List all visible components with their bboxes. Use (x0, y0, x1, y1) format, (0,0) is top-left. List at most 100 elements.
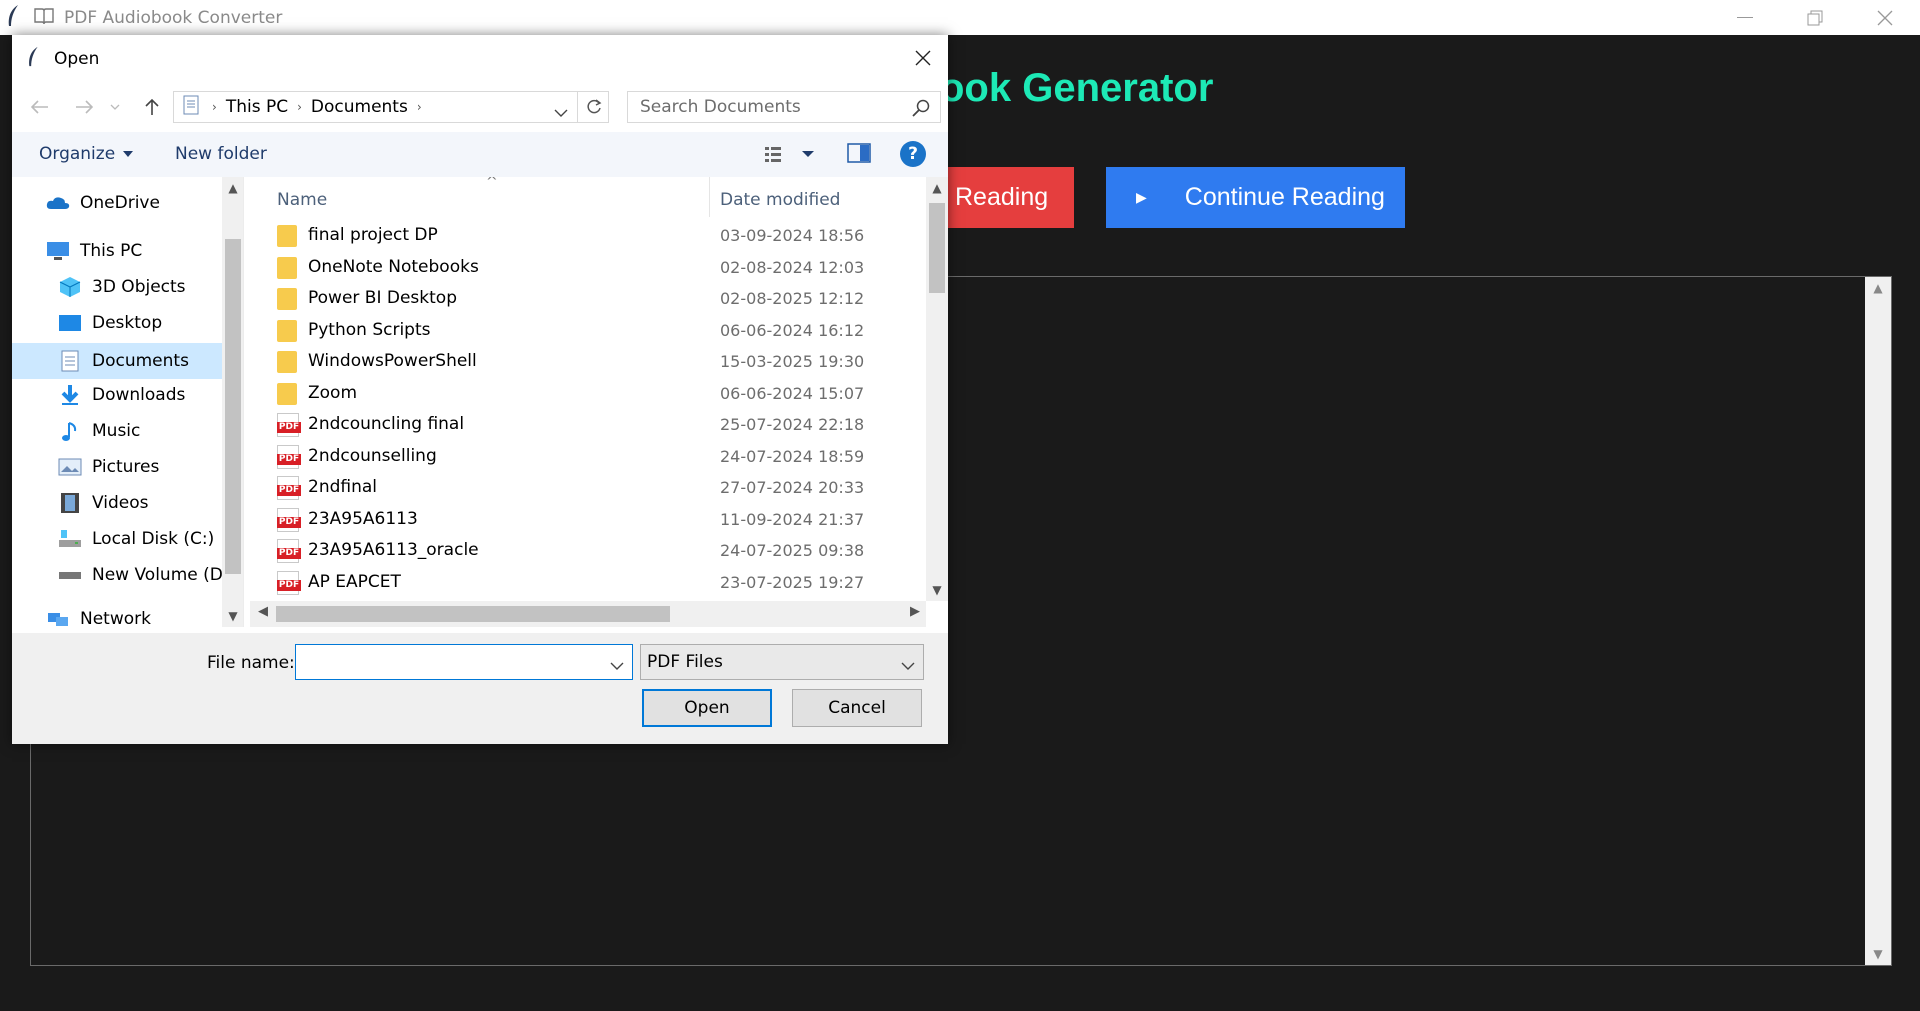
column-header-date-modified[interactable]: Date modified (720, 190, 840, 210)
nav-item-downloads[interactable]: Downloads (58, 385, 185, 405)
scrollbar-thumb[interactable] (929, 203, 945, 293)
scroll-down-icon[interactable]: ▼ (1865, 947, 1891, 961)
search-input[interactable]: Search Documents (627, 91, 941, 123)
scroll-up-icon[interactable]: ▲ (1865, 281, 1891, 295)
pdf-icon: PDF (277, 539, 301, 563)
file-row[interactable]: Power BI Desktop 02-08-2025 12:12 (250, 283, 926, 314)
nav-item-3d-objects[interactable]: 3D Objects (58, 277, 186, 297)
new-folder-button[interactable]: New folder (175, 144, 267, 164)
breadcrumb-separator-icon: › (212, 100, 217, 114)
column-headers: ^ Name Date modified (250, 177, 926, 217)
videos-icon (58, 493, 82, 513)
scroll-up-icon[interactable]: ▲ (926, 181, 948, 195)
play-icon: ▶ (1136, 189, 1147, 205)
file-row[interactable]: PDF AP EAPCET 23-07-2025 19:27 (250, 567, 926, 598)
music-icon (58, 421, 82, 441)
nav-item-pictures[interactable]: Pictures (58, 457, 159, 477)
disk-icon (58, 529, 82, 549)
search-placeholder: Search Documents (640, 97, 801, 117)
nav-item-new-volume[interactable]: New Volume (D: (58, 565, 229, 585)
file-row[interactable]: PDF 2ndcouncling final 25-07-2024 22:18 (250, 409, 926, 440)
open-button[interactable]: Open (642, 689, 772, 727)
minimize-button[interactable] (1710, 0, 1780, 35)
file-list-vertical-scrollbar[interactable]: ▲ ▼ (926, 177, 948, 601)
file-row[interactable]: PDF 23A95A6113_oracle 24-07-2025 09:38 (250, 535, 926, 566)
sort-ascending-icon: ^ (486, 177, 498, 190)
view-options-icon[interactable] (764, 145, 816, 168)
nav-item-network[interactable]: Network (46, 609, 151, 627)
continue-reading-button[interactable]: ▶ Continue Reading (1106, 167, 1405, 228)
up-arrow-icon[interactable] (140, 95, 164, 119)
scrollbar-thumb[interactable] (225, 239, 241, 574)
breadcrumb-documents[interactable]: Documents (311, 97, 408, 117)
file-row[interactable]: PDF 2ndcounselling 24-07-2024 18:59 (250, 441, 926, 472)
continue-reading-label: Continue Reading (1184, 183, 1385, 211)
organize-label: Organize (39, 144, 116, 164)
file-name-input[interactable] (295, 644, 633, 680)
pdf-icon: PDF (277, 444, 301, 469)
command-bar: Organize New folder ? (12, 132, 948, 177)
navigation-pane: OneDrive This PC 3D Objects Desktop Docu… (12, 177, 244, 627)
nav-item-this-pc[interactable]: This PC (46, 241, 142, 261)
scroll-up-icon[interactable]: ▲ (222, 181, 243, 195)
dialog-footer: File name: PDF Files Open Cancel (12, 633, 948, 744)
help-icon[interactable]: ? (900, 141, 926, 167)
scroll-left-icon[interactable]: ◀ (258, 604, 268, 619)
file-row[interactable]: PDF 2ndfinal 27-07-2024 20:33 (250, 472, 926, 503)
column-divider[interactable] (709, 177, 710, 217)
chevron-down-icon (901, 655, 915, 675)
recent-locations-chevron-icon[interactable] (108, 95, 122, 119)
back-arrow-icon[interactable] (28, 95, 52, 119)
scroll-right-icon[interactable]: ▶ (910, 604, 920, 619)
download-icon (58, 385, 82, 405)
file-row[interactable]: Zoom 06-06-2024 15:07 (250, 378, 926, 409)
nav-pane-scrollbar[interactable]: ▲ ▼ (222, 177, 243, 627)
chevron-down-icon[interactable] (610, 655, 624, 674)
nav-item-local-disk[interactable]: Local Disk (C:) (58, 529, 214, 549)
book-icon (34, 7, 56, 29)
address-dropdown-icon[interactable] (554, 102, 568, 121)
text-area-scrollbar[interactable]: ▲ ▼ (1865, 277, 1891, 965)
address-bar[interactable]: › This PC › Documents › (173, 91, 609, 123)
file-row[interactable]: final project DP 03-09-2024 18:56 (250, 220, 926, 251)
forward-arrow-icon[interactable] (72, 95, 96, 119)
file-type-select[interactable]: PDF Files (640, 644, 924, 680)
open-file-dialog: Open › This PC › Documents › Search Docu… (12, 35, 948, 744)
close-icon[interactable] (910, 45, 936, 71)
pdf-icon: PDF (277, 413, 301, 437)
app-titlebar: PDF Audiobook Converter (0, 0, 1920, 35)
close-window-button[interactable] (1850, 0, 1920, 35)
file-row[interactable]: Python Scripts 06-06-2024 16:12 (250, 315, 926, 346)
file-list-horizontal-scrollbar[interactable]: ◀ ▶ (250, 601, 926, 627)
nav-item-documents[interactable]: Documents (12, 343, 222, 379)
feather-icon (6, 4, 28, 32)
file-type-value: PDF Files (647, 652, 723, 672)
desktop-icon (58, 313, 82, 333)
folder-icon (277, 224, 299, 247)
cube-icon (58, 277, 82, 297)
file-row[interactable]: WindowsPowerShell 15-03-2025 19:30 (250, 346, 926, 377)
start-reading-button[interactable]: Reading (930, 167, 1074, 228)
nav-item-desktop[interactable]: Desktop (58, 313, 162, 333)
file-row[interactable]: OneNote Notebooks 02-08-2024 12:03 (250, 252, 926, 283)
scrollbar-thumb[interactable] (276, 606, 670, 622)
refresh-icon[interactable] (577, 91, 609, 123)
nav-item-music[interactable]: Music (58, 421, 140, 441)
scroll-down-icon[interactable]: ▼ (222, 609, 243, 623)
column-header-name[interactable]: Name (277, 190, 327, 210)
scroll-down-icon[interactable]: ▼ (926, 583, 948, 597)
cloud-icon (46, 193, 70, 213)
preview-pane-icon[interactable] (847, 143, 871, 168)
breadcrumb-this-pc[interactable]: This PC (226, 97, 288, 117)
organize-button[interactable]: Organize (39, 144, 134, 164)
app-heading: ook Generator (940, 66, 1214, 110)
file-name-label: File name: (207, 653, 295, 673)
documents-icon (58, 350, 82, 372)
file-row[interactable]: PDF 23A95A6113 11-09-2024 21:37 (250, 504, 926, 535)
restore-button[interactable] (1780, 0, 1850, 35)
cancel-button[interactable]: Cancel (792, 689, 922, 727)
app-title: PDF Audiobook Converter (64, 7, 283, 28)
nav-item-videos[interactable]: Videos (58, 493, 149, 513)
folder-icon (277, 350, 299, 373)
nav-item-onedrive[interactable]: OneDrive (46, 193, 160, 213)
